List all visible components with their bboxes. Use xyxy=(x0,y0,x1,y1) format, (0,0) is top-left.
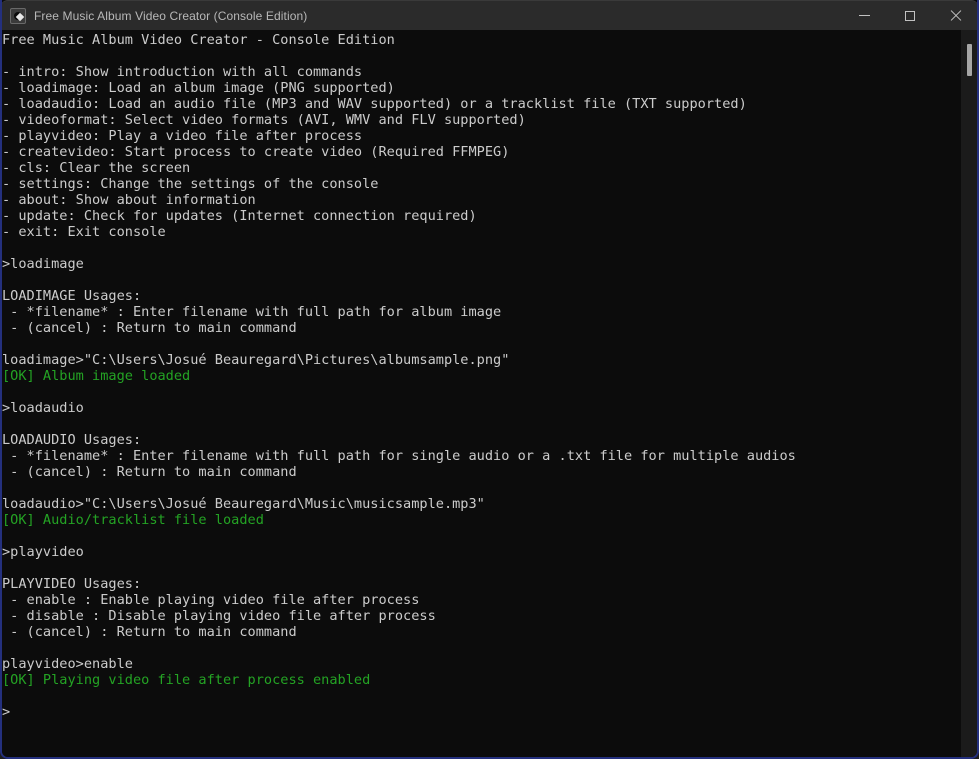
console-line: playvideo>enable xyxy=(2,656,133,672)
minimize-icon xyxy=(858,15,870,16)
close-icon xyxy=(950,10,962,22)
console-command-item: - intro: Show introduction with all comm… xyxy=(2,64,363,80)
console-line: - enable : Enable playing video file aft… xyxy=(2,592,420,608)
maximize-icon xyxy=(905,10,915,21)
window-controls xyxy=(841,1,977,31)
console-status-ok-line: [OK] Album image loaded xyxy=(2,368,191,384)
console-line: - (cancel) : Return to main command xyxy=(2,624,297,640)
application-window: Free Music Album Video Creator (Console … xyxy=(0,0,979,759)
console-prompt-line: >loadimage xyxy=(2,256,84,272)
console-command-item: - videoformat: Select video formats (AVI… xyxy=(2,112,526,128)
console-command-item: - cls: Clear the screen xyxy=(2,160,191,176)
console-command-item: - exit: Exit console xyxy=(2,224,166,240)
console-command-item: - playvideo: Play a video file after pro… xyxy=(2,128,363,144)
console-header-line: Free Music Album Video Creator - Console… xyxy=(2,32,395,48)
console-line: loadimage>"C:\Users\Josué Beauregard\Pic… xyxy=(2,352,510,368)
console-command-item: - update: Check for updates (Internet co… xyxy=(2,208,477,224)
album-disc-icon xyxy=(10,7,26,24)
window-title: Free Music Album Video Creator (Console … xyxy=(34,8,308,23)
scrollbar-thumb[interactable] xyxy=(967,44,972,76)
vertical-scrollbar[interactable] xyxy=(961,30,977,757)
minimize-button[interactable] xyxy=(841,1,887,31)
console-command-item: - settings: Change the settings of the c… xyxy=(2,176,379,192)
console-status-ok-line: [OK] Playing video file after process en… xyxy=(2,672,371,688)
console-usage-heading: LOADIMAGE Usages: xyxy=(2,288,142,304)
maximize-button[interactable] xyxy=(887,1,933,31)
console-prompt-line: >playvideo xyxy=(2,544,84,560)
console-command-item: - about: Show about information xyxy=(2,192,256,208)
console-line: - *filename* : Enter filename with full … xyxy=(2,304,502,320)
console-output-area[interactable]: Free Music Album Video Creator - Console… xyxy=(2,30,959,757)
console-command-item: - loadaudio: Load an audio file (MP3 and… xyxy=(2,96,747,112)
console-usage-heading: PLAYVIDEO Usages: xyxy=(2,576,142,592)
console-status-ok-line: [OK] Audio/tracklist file loaded xyxy=(2,512,264,528)
console-command-item: - loadimage: Load an album image (PNG su… xyxy=(2,80,395,96)
title-bar[interactable]: Free Music Album Video Creator (Console … xyxy=(2,0,977,31)
console-text: Free Music Album Video Creator - Console… xyxy=(2,30,959,720)
close-button[interactable] xyxy=(933,1,977,31)
console-prompt-line: > xyxy=(2,704,11,720)
console-line: - *filename* : Enter filename with full … xyxy=(2,448,796,464)
console-line: loadaudio>"C:\Users\Josué Beauregard\Mus… xyxy=(2,496,485,512)
console-usage-heading: LOADAUDIO Usages: xyxy=(2,432,142,448)
console-line: - (cancel) : Return to main command xyxy=(2,464,297,480)
console-prompt-line: >loadaudio xyxy=(2,400,84,416)
console-line: - (cancel) : Return to main command xyxy=(2,320,297,336)
console-command-item: - createvideo: Start process to create v… xyxy=(2,144,510,160)
console-line: - disable : Disable playing video file a… xyxy=(2,608,436,624)
